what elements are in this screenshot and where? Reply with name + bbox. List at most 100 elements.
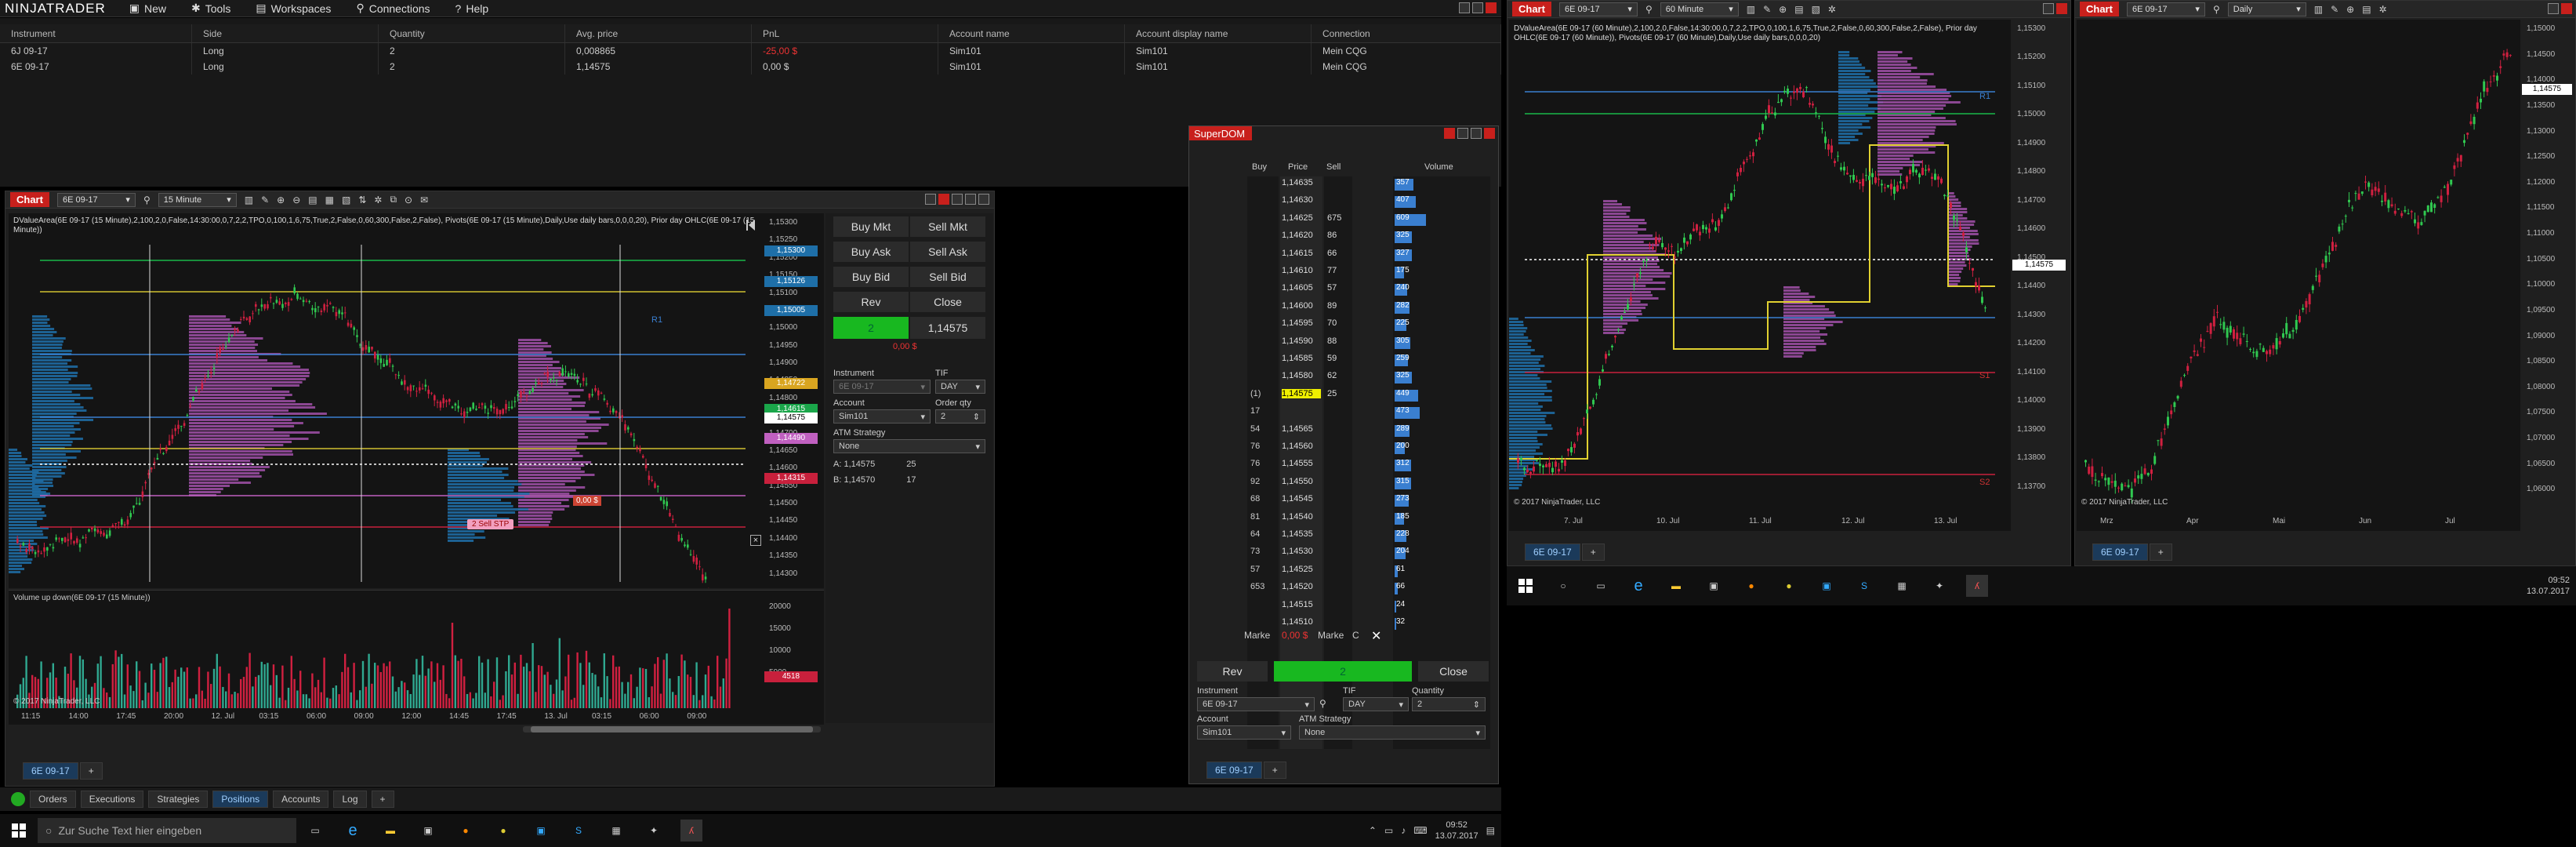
market-right-button[interactable]: Marke <box>1318 630 1344 641</box>
edge-icon[interactable]: e <box>342 820 364 842</box>
col-side[interactable]: Side <box>192 24 379 42</box>
explorer-icon[interactable]: ▬ <box>379 820 401 842</box>
app2-icon[interactable]: ✦ <box>643 820 665 842</box>
windows-start-icon[interactable] <box>8 820 30 842</box>
task-view-icon[interactable]: ▭ <box>304 820 326 842</box>
settings-icon[interactable]: ✲ <box>1828 4 1836 15</box>
search-icon[interactable]: ⚲ <box>1645 4 1653 15</box>
order-qty-stepper[interactable]: 2 ⇕ <box>935 409 985 424</box>
firefox-icon[interactable]: ● <box>1740 575 1762 597</box>
tab-log[interactable]: Log <box>333 791 367 808</box>
buy-market-button[interactable]: Buy Mkt <box>833 216 909 237</box>
chrome-icon[interactable]: ● <box>1778 575 1800 597</box>
minimize-button[interactable] <box>2548 3 2559 14</box>
calculator-icon[interactable]: ▦ <box>1891 575 1913 597</box>
chart2-interval-select[interactable]: 60 Minute ▾ <box>1660 2 1739 16</box>
add-tab-icon[interactable]: + <box>371 791 394 808</box>
zoom-icon[interactable]: ⊕ <box>2346 4 2354 15</box>
minimize-button[interactable] <box>925 194 936 205</box>
notifications-icon[interactable]: ▤ <box>1486 825 1495 836</box>
chart2-instrument-select[interactable]: 6E 09-17 ▾ <box>1558 2 1638 16</box>
tab-strategies[interactable]: Strategies <box>148 791 209 808</box>
dom-reverse-button[interactable]: Rev <box>1197 661 1268 682</box>
close-order-icon[interactable]: × <box>750 535 761 546</box>
settings-icon[interactable]: ✲ <box>374 194 382 205</box>
draw-icon[interactable]: ✎ <box>261 194 269 205</box>
maximize-button[interactable] <box>1472 2 1483 13</box>
attach-icon[interactable]: ✉ <box>420 194 428 205</box>
sell-bid-button[interactable]: Sell Bid <box>910 267 985 287</box>
zoom-icon[interactable]: ⊕ <box>277 194 285 205</box>
chrome-icon[interactable]: ● <box>492 820 514 842</box>
tab-accounts[interactable]: Accounts <box>273 791 329 808</box>
ninjatrader-icon[interactable]: ʎ <box>680 820 702 842</box>
chart3-interval-select[interactable]: Daily ▾ <box>2227 2 2306 16</box>
zoom-out-icon[interactable]: ⊖ <box>292 194 300 205</box>
add-tab-icon[interactable]: + <box>2149 543 2172 561</box>
atm-strategy-select[interactable]: None ▾ <box>833 439 985 453</box>
search-icon[interactable]: ⚲ <box>143 194 151 205</box>
buy-bid-button[interactable]: Buy Bid <box>833 267 909 287</box>
tab-executions[interactable]: Executions <box>80 791 144 808</box>
close-position-button[interactable]: Close <box>910 292 985 312</box>
draw-icon[interactable]: ✎ <box>1763 4 1771 15</box>
restore-button[interactable] <box>965 194 976 205</box>
app-icon[interactable]: ▣ <box>1816 575 1838 597</box>
store-icon[interactable]: ▣ <box>1703 575 1725 597</box>
chart3-instrument-select[interactable]: 6E 09-17 ▾ <box>2126 2 2205 16</box>
chart1-volume-panel[interactable]: Volume up down(6E 09-17 (15 Minute)) © 2… <box>9 590 824 709</box>
add-tab-icon[interactable]: + <box>1263 762 1286 779</box>
properties-icon[interactable]: ▤ <box>308 194 317 205</box>
menu-help[interactable]: ? Help <box>443 0 502 17</box>
close-button[interactable] <box>1444 128 1455 139</box>
calculator-icon[interactable]: ▦ <box>605 820 627 842</box>
scroll-back-icon[interactable] <box>746 218 756 232</box>
stepper-icon[interactable]: ⇕ <box>973 412 980 422</box>
menu-connections[interactable]: ⚲ Connections <box>343 0 442 17</box>
snapshot-icon[interactable]: ⊙ <box>405 194 412 205</box>
tif-select[interactable]: DAY ▾ <box>935 380 985 394</box>
dom-close-button[interactable]: Close <box>1418 661 1489 682</box>
chart1-interval-select[interactable]: 15 Minute ▾ <box>158 192 237 207</box>
chart1-instrument-select[interactable]: 6E 09-17 ▾ <box>56 192 136 207</box>
task-view-icon[interactable]: ▭ <box>1590 575 1612 597</box>
close-button[interactable] <box>1486 2 1497 13</box>
col-instrument[interactable]: Instrument <box>0 24 192 42</box>
firefox-icon[interactable]: ● <box>455 820 477 842</box>
close-button[interactable] <box>2056 3 2067 14</box>
bar-style-icon[interactable]: ▥ <box>2314 4 2323 15</box>
network-icon[interactable]: ▭ <box>1384 825 1393 836</box>
skype-icon[interactable]: S <box>568 820 590 842</box>
chart2-price-panel[interactable]: DValueArea(6E 09-17 (60 Minute),2,100,2,… <box>1509 20 2011 514</box>
dom-atm-select[interactable]: None ▾ <box>1299 725 1486 740</box>
market-left-button[interactable]: Marke <box>1244 630 1270 641</box>
dom-quantity-stepper[interactable]: 2 ⇕ <box>1412 697 1486 711</box>
sell-market-button[interactable]: Sell Mkt <box>910 216 985 237</box>
taskbar-search[interactable]: ○ Zur Suche Text hier eingeben <box>38 818 296 843</box>
add-tab-icon[interactable]: + <box>1581 543 1605 561</box>
search-icon[interactable]: ⚲ <box>2213 4 2220 15</box>
trader-icon[interactable]: ⇅ <box>358 194 366 205</box>
minimize-button[interactable] <box>2043 3 2054 14</box>
chart3-price-panel[interactable]: © 2017 NinjaTrader, LLC <box>2077 20 2520 514</box>
chart2-instrument-tab[interactable]: 6E 09-17 <box>1525 543 1580 561</box>
instrument-field[interactable]: 6E 09-17 ▾ <box>833 380 931 394</box>
store-icon[interactable]: ▣ <box>417 820 439 842</box>
close-button[interactable] <box>2561 3 2572 14</box>
dom-account-select[interactable]: Sim101 ▾ <box>1197 725 1291 740</box>
stepper-icon[interactable]: ⇕ <box>1473 700 1480 710</box>
indicators-icon[interactable]: ▧ <box>342 194 350 205</box>
language-icon[interactable]: ⌨ <box>1413 825 1427 836</box>
explorer-icon[interactable]: ▬ <box>1665 575 1687 597</box>
chart3-instrument-tab[interactable]: 6E 09-17 <box>2092 543 2148 561</box>
maximize-button[interactable] <box>952 194 963 205</box>
dom-tif-select[interactable]: DAY ▾ <box>1343 697 1409 711</box>
search-icon[interactable]: ○ <box>1552 575 1574 597</box>
tab-orders[interactable]: Orders <box>30 791 76 808</box>
app-icon[interactable]: ▣ <box>530 820 552 842</box>
superdom-instrument-tab[interactable]: 6E 09-17 <box>1206 762 1262 779</box>
buy-ask-button[interactable]: Buy Ask <box>833 242 909 262</box>
share-icon[interactable]: ⧉ <box>390 194 397 205</box>
account-select[interactable]: Sim101 ▾ <box>833 409 931 424</box>
table-row[interactable]: 6E 09-17 Long 2 1,14575 0,00 $ Sim101 Si… <box>0 59 1501 75</box>
